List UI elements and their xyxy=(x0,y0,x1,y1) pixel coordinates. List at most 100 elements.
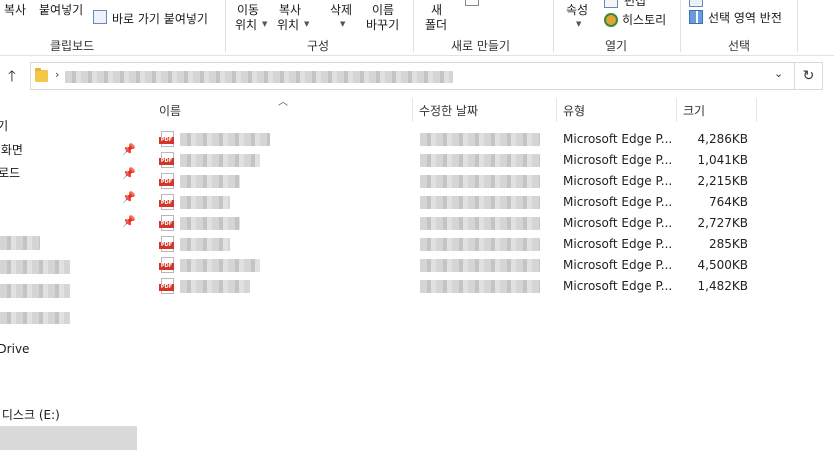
redacted-file-name xyxy=(180,175,240,188)
invert-selection-button[interactable]: 선택 영역 반전 xyxy=(708,9,782,26)
file-type: Microsoft Edge P... xyxy=(563,153,673,167)
new-folder-button-line2[interactable]: 폴더 xyxy=(425,16,447,33)
column-header-date[interactable]: 수정한 날짜 xyxy=(419,102,478,119)
file-type: Microsoft Edge P... xyxy=(563,132,673,146)
file-size: 2,727KB xyxy=(697,216,748,230)
redacted-nav-item[interactable] xyxy=(0,260,70,274)
file-type: Microsoft Edge P... xyxy=(563,195,673,209)
chevron-right-icon[interactable]: › xyxy=(55,68,59,81)
file-type: Microsoft Edge P... xyxy=(563,258,673,272)
file-size: 4,500KB xyxy=(697,258,748,272)
nav-item-quick-access[interactable]: 즐겨찾기 xyxy=(0,117,8,134)
select-none-icon[interactable] xyxy=(689,0,703,7)
file-type: Microsoft Edge P... xyxy=(563,279,673,293)
redacted-file-name xyxy=(180,217,240,230)
nav-item-local-disk-e[interactable]: 로컬 디스크 (E:) xyxy=(0,406,60,423)
table-row[interactable]: PDF Microsoft Edge P... 285KB xyxy=(150,234,834,255)
paste-shortcut-icon xyxy=(93,10,107,24)
up-arrow-icon[interactable]: 🡑 xyxy=(8,66,16,91)
history-button[interactable]: 히스토리 xyxy=(622,11,666,28)
table-row[interactable]: PDF Microsoft Edge P... 764KB xyxy=(150,192,834,213)
column-divider[interactable] xyxy=(556,98,557,122)
folder-icon xyxy=(35,68,48,82)
copy-to-dropdown-icon[interactable]: ▼ xyxy=(304,20,309,28)
file-size: 285KB xyxy=(708,237,748,251)
nav-item-onedrive[interactable]: OneDrive xyxy=(0,342,29,356)
nav-selected-item[interactable] xyxy=(0,426,137,450)
column-divider[interactable] xyxy=(756,98,757,122)
delete-button[interactable]: 삭제 xyxy=(330,1,352,18)
pdf-file-icon: PDF xyxy=(159,236,176,253)
column-header-size[interactable]: 크기 xyxy=(683,102,705,119)
edit-icon xyxy=(604,0,618,8)
file-type: Microsoft Edge P... xyxy=(563,174,673,188)
redacted-modified-date xyxy=(420,259,540,272)
edit-button[interactable]: 편집 xyxy=(624,0,646,9)
ribbon: 복사 붙여넣기 바로 가기 붙여넣기 클립보드 이동 위치 ▼ 복사 위치 ▼ … xyxy=(0,0,834,56)
rename-button-line2[interactable]: 바꾸기 xyxy=(366,16,399,33)
file-type: Microsoft Edge P... xyxy=(563,216,673,230)
redacted-file-name xyxy=(180,154,260,167)
refresh-button[interactable]: ↻ xyxy=(795,62,823,90)
move-to-dropdown-icon[interactable]: ▼ xyxy=(262,20,267,28)
redacted-nav-item[interactable] xyxy=(0,236,40,250)
copy-button[interactable]: 복사 xyxy=(4,1,26,18)
pin-icon[interactable]: 📌 xyxy=(122,191,136,204)
pin-icon[interactable]: 📌 xyxy=(122,167,136,180)
redacted-path xyxy=(65,71,453,83)
column-divider[interactable] xyxy=(676,98,677,122)
chevron-down-icon[interactable]: ⌄ xyxy=(774,67,783,80)
paste-shortcut-button[interactable]: 바로 가기 붙여넣기 xyxy=(112,10,208,27)
redacted-nav-item[interactable] xyxy=(0,312,70,324)
properties-button[interactable]: 속성 xyxy=(566,1,588,18)
file-type: Microsoft Edge P... xyxy=(563,237,673,251)
pin-icon[interactable]: 📌 xyxy=(122,143,136,156)
history-icon xyxy=(604,13,618,27)
column-divider[interactable] xyxy=(412,98,413,122)
table-row[interactable]: PDF Microsoft Edge P... 4,500KB xyxy=(150,255,834,276)
paste-button[interactable]: 붙여넣기 xyxy=(39,1,83,18)
redacted-nav-item[interactable] xyxy=(0,284,70,298)
invert-selection-icon xyxy=(689,10,703,24)
redacted-modified-date xyxy=(420,133,540,146)
pin-icon[interactable]: 📌 xyxy=(122,215,136,228)
column-header-type[interactable]: 유형 xyxy=(563,102,585,119)
file-size: 764KB xyxy=(708,195,748,209)
table-row[interactable]: PDF Microsoft Edge P... 1,482KB xyxy=(150,276,834,297)
table-row[interactable]: PDF Microsoft Edge P... 1,041KB xyxy=(150,150,834,171)
address-bar[interactable]: › ⌄ xyxy=(30,62,795,90)
copy-to-button-line2[interactable]: 위치 xyxy=(277,16,299,33)
redacted-file-name xyxy=(180,133,270,146)
file-size: 2,215KB xyxy=(697,174,748,188)
redacted-modified-date xyxy=(420,238,540,251)
navigation-pane: 즐겨찾기 바탕 화면 📌 다운로드 📌 📌 📌 OneDrive 로컬 디스크 … xyxy=(0,96,138,450)
pdf-file-icon: PDF xyxy=(159,152,176,169)
ribbon-divider xyxy=(413,0,414,52)
nav-item-downloads[interactable]: 다운로드 xyxy=(0,164,20,181)
column-header-name[interactable]: 이름 xyxy=(159,102,181,119)
redacted-file-name xyxy=(180,196,230,209)
table-row[interactable]: PDF Microsoft Edge P... 4,286KB xyxy=(150,129,834,150)
table-row[interactable]: PDF Microsoft Edge P... 2,215KB xyxy=(150,171,834,192)
open-group-label: 열기 xyxy=(605,39,628,53)
redacted-file-name xyxy=(180,280,250,293)
clipboard-group-label: 클립보드 xyxy=(50,39,95,53)
new-item-icon[interactable] xyxy=(465,0,479,6)
delete-dropdown-icon[interactable]: ▼ xyxy=(340,20,345,28)
move-to-button-line2[interactable]: 위치 xyxy=(235,16,257,33)
pdf-file-icon: PDF xyxy=(159,278,176,295)
file-list: ︿ 이름 수정한 날짜 유형 크기 PDF Microsoft Edge P..… xyxy=(150,96,834,450)
file-size: 1,482KB xyxy=(697,279,748,293)
pdf-file-icon: PDF xyxy=(159,257,176,274)
pdf-file-icon: PDF xyxy=(159,194,176,211)
redacted-modified-date xyxy=(420,154,540,167)
address-row: 🡑 › ⌄ ↻ xyxy=(0,57,834,95)
redacted-file-name xyxy=(180,259,260,272)
table-row[interactable]: PDF Microsoft Edge P... 2,727KB xyxy=(150,213,834,234)
file-size: 4,286KB xyxy=(697,132,748,146)
organize-group-label: 구성 xyxy=(307,39,330,53)
redacted-modified-date xyxy=(420,196,540,209)
nav-item-desktop[interactable]: 바탕 화면 xyxy=(0,141,23,158)
redacted-modified-date xyxy=(420,217,540,230)
properties-dropdown-icon[interactable]: ▼ xyxy=(576,20,581,28)
